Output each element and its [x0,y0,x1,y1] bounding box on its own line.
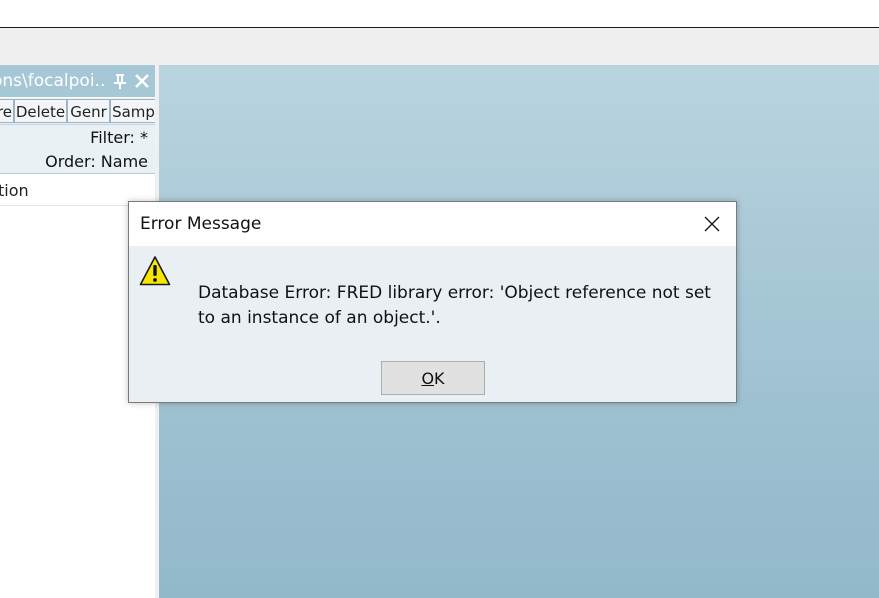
warning-icon [139,256,171,286]
delete-button[interactable]: Delete [14,99,67,123]
panel-title: ons\focalpoi... [0,71,104,91]
dialog-titlebar[interactable]: Error Message [129,202,736,246]
dialog-title: Error Message [140,214,262,234]
app-window: ons\focalpoi... re Delete Genr Samp Filt… [0,0,879,598]
error-dialog: Error Message Database Error: FRED libra… [128,201,737,403]
ok-label: K [434,369,445,388]
close-icon[interactable] [693,206,731,242]
order-label[interactable]: Order: Name [45,152,148,171]
main-toolbar [0,28,879,65]
pin-icon[interactable] [113,72,127,90]
ok-mnemonic: O [421,369,435,388]
samp-button[interactable]: Samp [110,99,155,123]
filter-label[interactable]: Filter: * [90,128,148,147]
toolbar-button-partial[interactable]: re [0,99,14,123]
column-header-label: tion [0,181,29,200]
panel-titlebar[interactable]: ons\focalpoi... [0,65,155,97]
panel-info: Filter: * Order: Name [0,125,155,174]
title-area [0,0,879,28]
panel-toolbar: re Delete Genr Samp [0,98,155,125]
close-icon[interactable] [134,72,150,90]
genr-button[interactable]: Genr [67,99,110,123]
error-message: Database Error: FRED library error: 'Obj… [198,283,711,328]
ok-button[interactable]: OK [381,361,485,395]
